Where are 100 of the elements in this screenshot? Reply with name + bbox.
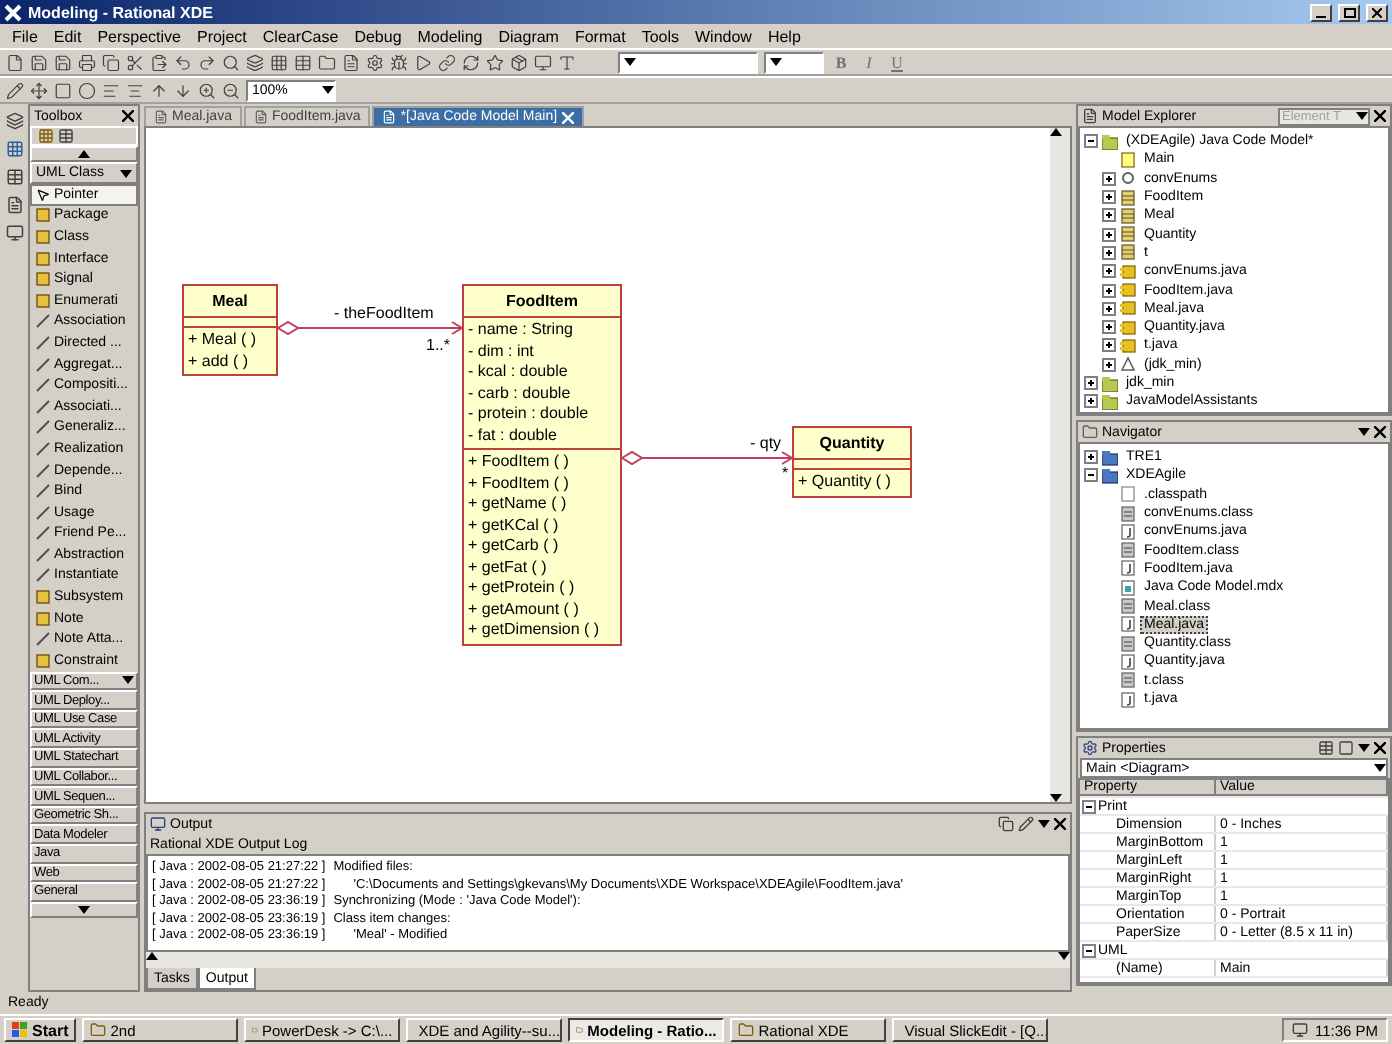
menu-item[interactable]: Modeling (409, 27, 491, 45)
maximize-button[interactable] (1338, 3, 1360, 21)
expand-icon[interactable] (1102, 264, 1116, 279)
class-box[interactable]: Quantity + Quantity ( ) (792, 426, 912, 497)
expand-icon[interactable] (1102, 283, 1116, 298)
square-icon[interactable] (1338, 740, 1354, 756)
settings-icon[interactable] (366, 53, 384, 71)
dropdown-arrow-icon[interactable] (1358, 428, 1370, 436)
copy-icon[interactable] (998, 816, 1014, 832)
zoom-in-icon[interactable] (198, 81, 216, 99)
scrollbar[interactable] (146, 952, 1070, 968)
table-icon[interactable] (1318, 740, 1334, 756)
search-icon[interactable] (222, 53, 240, 71)
dropdown-arrow-icon[interactable] (1356, 112, 1368, 120)
menu-item[interactable]: File (4, 27, 46, 45)
dropdown-arrow-icon[interactable] (122, 676, 134, 685)
start-button[interactable]: Start (4, 1018, 77, 1042)
expand-icon[interactable] (1084, 450, 1098, 465)
expand-icon[interactable] (1102, 320, 1116, 335)
grid-icon[interactable] (5, 140, 23, 158)
document-icon[interactable] (342, 53, 360, 71)
save-icon[interactable] (30, 53, 48, 71)
collapse-icon[interactable] (1082, 799, 1096, 813)
refresh-icon[interactable] (462, 53, 480, 71)
arrow-down-icon[interactable] (1050, 794, 1062, 802)
font-size-field[interactable] (764, 51, 824, 73)
expand-icon[interactable] (1102, 245, 1116, 260)
expand-icon[interactable] (1084, 376, 1098, 390)
align-center-icon[interactable] (126, 81, 144, 99)
expand-icon[interactable] (1102, 338, 1116, 353)
arrow-up-icon[interactable] (146, 952, 158, 960)
dropdown-arrow-icon[interactable] (770, 58, 782, 66)
play-icon[interactable] (414, 53, 432, 71)
class-box[interactable]: Meal + Meal ( ) + add ( ) (182, 284, 278, 376)
arrow-up-icon[interactable] (78, 150, 90, 158)
font-field[interactable] (618, 51, 758, 73)
collapse-icon[interactable] (1082, 943, 1096, 957)
arrow-up-icon[interactable] (1050, 128, 1062, 136)
minimize-button[interactable] (1310, 3, 1332, 21)
collapse-icon[interactable] (1084, 468, 1098, 483)
scroll-up-button[interactable] (30, 146, 138, 162)
close-icon[interactable] (1374, 742, 1386, 754)
table-icon[interactable] (58, 128, 74, 144)
bug-icon[interactable] (390, 53, 408, 71)
arrow-down-icon[interactable] (1058, 952, 1070, 960)
menu-item[interactable]: Diagram (490, 27, 567, 45)
dropdown-arrow-icon[interactable] (120, 169, 132, 177)
printer-icon[interactable] (78, 53, 96, 71)
arrow-down-icon[interactable] (78, 905, 90, 914)
scrollbar[interactable] (1050, 128, 1070, 802)
link-icon[interactable] (438, 53, 456, 71)
close-button[interactable] (1366, 3, 1388, 21)
layers-icon[interactable] (246, 53, 264, 71)
close-icon[interactable] (1374, 426, 1386, 438)
collapse-icon[interactable] (1084, 134, 1098, 149)
arrow-up-icon[interactable] (150, 81, 168, 99)
layers-icon[interactable] (5, 112, 23, 130)
expand-icon[interactable] (1102, 357, 1116, 372)
monitor-icon[interactable] (534, 53, 552, 71)
package-icon[interactable] (510, 53, 528, 71)
menu-item[interactable]: Debug (346, 27, 410, 45)
dropdown-arrow-icon[interactable] (1038, 820, 1050, 828)
menu-item[interactable]: Tools (633, 27, 687, 45)
menu-item[interactable]: ClearCase (254, 27, 347, 45)
zoom-out-icon[interactable] (222, 81, 240, 99)
expand-icon[interactable] (1102, 190, 1116, 205)
star-icon[interactable] (486, 53, 504, 71)
move-icon[interactable] (30, 81, 48, 99)
table-icon[interactable] (5, 168, 23, 186)
menu-item[interactable]: Help (759, 27, 809, 45)
menu-item[interactable]: Window (687, 27, 760, 45)
expand-icon[interactable] (1084, 394, 1098, 409)
new-file-icon[interactable] (6, 53, 24, 71)
pencil-icon[interactable] (6, 81, 24, 99)
menu-item[interactable]: Project (188, 27, 255, 45)
menu-item[interactable]: Edit (45, 27, 90, 45)
paste-icon[interactable] (150, 53, 168, 71)
table-icon[interactable] (294, 53, 312, 71)
expand-icon[interactable] (1102, 227, 1116, 242)
arrow-down-icon[interactable] (174, 81, 192, 99)
dropdown-arrow-icon[interactable] (624, 58, 636, 66)
text-icon[interactable] (558, 53, 576, 71)
menu-item[interactable]: Perspective (89, 27, 189, 45)
expand-icon[interactable] (1102, 301, 1116, 316)
align-left-icon[interactable] (102, 81, 120, 99)
close-icon[interactable] (122, 110, 134, 122)
document-icon[interactable] (5, 196, 23, 214)
square-icon[interactable] (54, 81, 72, 99)
close-icon[interactable] (1374, 110, 1386, 122)
grid-icon[interactable] (270, 53, 288, 71)
close-icon[interactable] (1054, 818, 1066, 830)
expand-icon[interactable] (1102, 208, 1116, 223)
monitor-icon[interactable] (5, 224, 23, 242)
pencil-icon[interactable] (1018, 816, 1034, 832)
expand-icon[interactable] (1102, 171, 1116, 186)
grid-icon[interactable] (38, 128, 54, 144)
circle-icon[interactable] (78, 81, 96, 99)
folder-icon[interactable] (318, 53, 336, 71)
copy-icon[interactable] (102, 53, 120, 71)
scissors-icon[interactable] (126, 53, 144, 71)
